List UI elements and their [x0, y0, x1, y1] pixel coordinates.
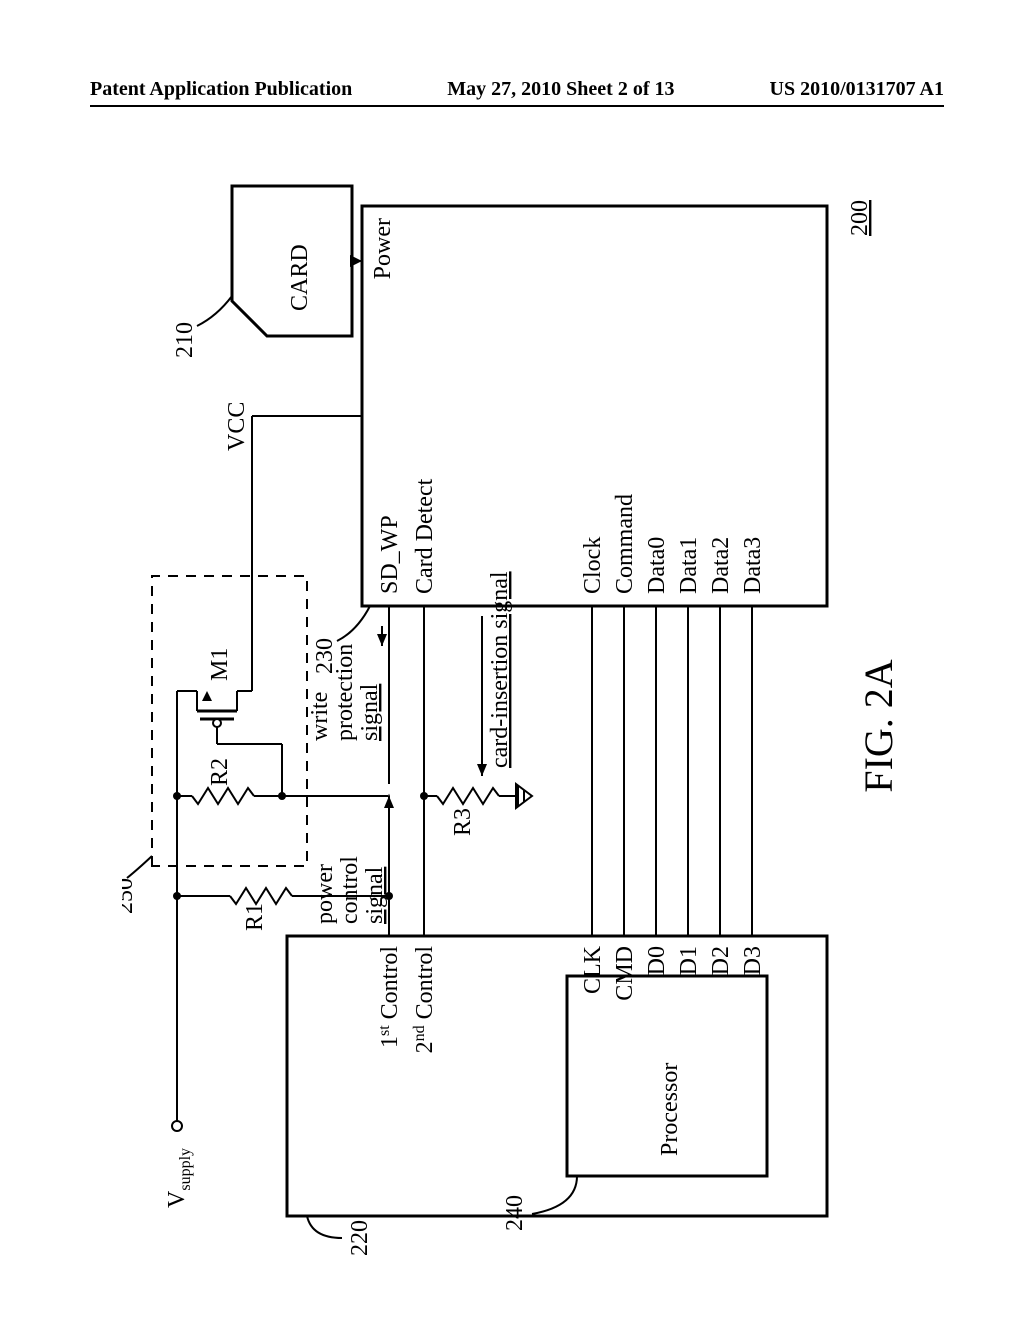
vcc-label: VCC [224, 402, 250, 451]
power-block-ref: 250 [122, 878, 138, 914]
host-ref: 220 [347, 1220, 373, 1256]
figure-caption: FIG. 2A [856, 659, 901, 792]
pmos-m1 [177, 691, 252, 744]
socket-pin-clock: Clock [580, 537, 606, 594]
leader-240 [532, 1176, 577, 1214]
leader-230 [337, 606, 370, 641]
power-block [152, 576, 307, 866]
host-pin-d0: D0 [644, 946, 670, 975]
card-label: CARD [287, 244, 313, 311]
socket-pin-data3: Data3 [740, 537, 766, 594]
sig-pcs-1: power [312, 864, 338, 924]
system-ref: 200 [847, 200, 873, 236]
resistor-r3 [424, 784, 532, 808]
header-right: US 2010/0131707 A1 [770, 78, 944, 101]
card-ref: 210 [172, 322, 198, 358]
r1-label: R1 [242, 903, 268, 931]
resistor-r2 [177, 788, 282, 804]
header-center: May 27, 2010 Sheet 2 of 13 [447, 78, 674, 101]
leader-210 [197, 296, 232, 326]
socket-pin-data2: Data2 [708, 537, 734, 594]
socket-pin-power: Power [370, 218, 396, 279]
host-pin-2nd-control: 2nd Control [411, 946, 438, 1054]
sig-pcs-2: control [337, 856, 363, 924]
socket-pin-data0: Data0 [644, 537, 670, 594]
sig-pcs-3: signal [362, 866, 388, 924]
sig-wp-3: signal [357, 683, 383, 741]
host-block [287, 936, 827, 1216]
socket-pin-cd: Card Detect [412, 478, 438, 594]
socket-pin-command: Command [612, 494, 638, 594]
r2-label: R2 [207, 758, 233, 786]
sig-wp-2: protection [332, 644, 358, 741]
leader-220 [307, 1216, 342, 1238]
figure-2a: 220 Processor 240 1st Control 2nd Contro… [122, 166, 902, 1286]
page-header: Patent Application Publication May 27, 2… [90, 78, 944, 107]
host-pin-clk: CLK [580, 945, 606, 994]
header-left: Patent Application Publication [90, 78, 352, 101]
socket-pin-data1: Data1 [676, 537, 702, 594]
sig-cins: card-insertion signal [487, 571, 513, 768]
host-pin-1st-control: 1st Control [376, 946, 403, 1048]
m1-label: M1 [207, 648, 233, 681]
r3-label: R3 [450, 808, 476, 836]
host-pin-d1: D1 [676, 946, 702, 975]
socket-pin-sdwp: SD_WP [377, 515, 403, 594]
host-pin-d3: D3 [740, 946, 766, 975]
host-pin-cmd: CMD [612, 946, 638, 1001]
vsupply-label: Vsupply [164, 1148, 194, 1208]
processor-ref: 240 [502, 1195, 528, 1231]
vsupply-terminal [172, 1121, 182, 1131]
sig-wp-1: write [307, 692, 333, 741]
host-pin-d2: D2 [708, 946, 734, 975]
processor-label: Processor [657, 1063, 683, 1156]
